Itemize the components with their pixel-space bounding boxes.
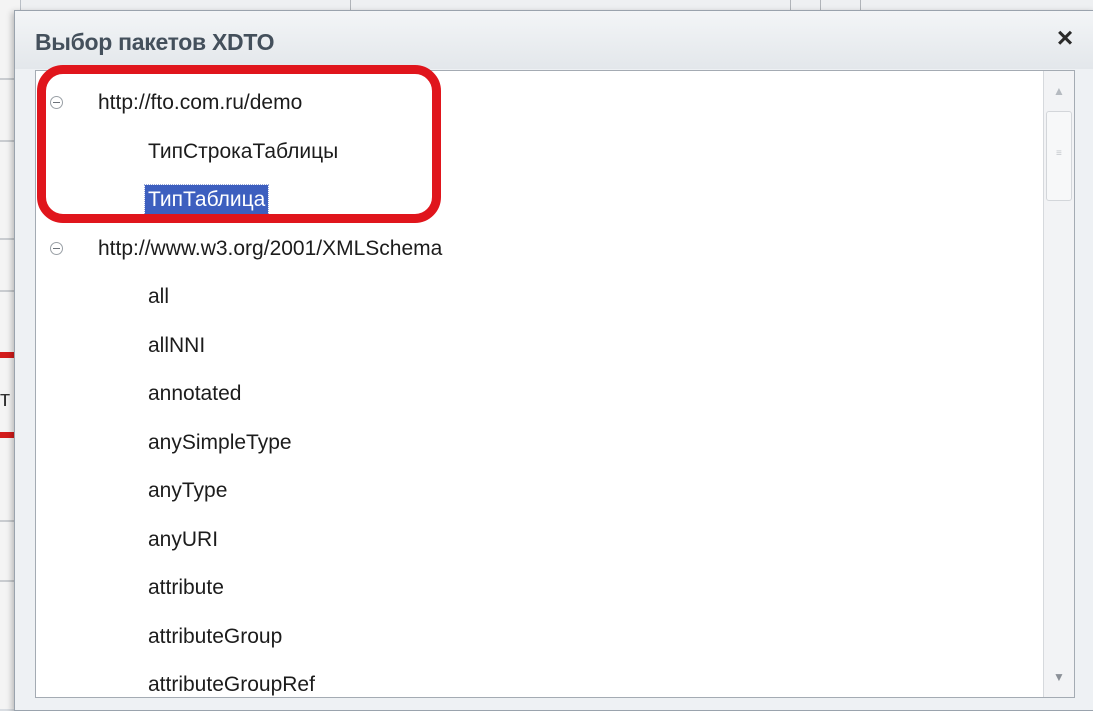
tree-item-label: ТипТаблица: [143, 184, 270, 216]
scroll-down-arrow-icon[interactable]: ▼: [1046, 659, 1072, 695]
scroll-up-arrow-icon[interactable]: ▲: [1046, 73, 1072, 109]
tree-group-label: http://fto.com.ru/demo: [98, 91, 303, 114]
tree-item-label: ТипСтрокаТаблицы: [148, 139, 339, 163]
collapse-circle-icon[interactable]: [50, 96, 63, 109]
tree-item-label: annotated: [148, 382, 242, 405]
tree-group-label: http://www.w3.org/2001/XMLSchema: [98, 236, 443, 260]
vertical-scrollbar[interactable]: ▲ ≡ ▼: [1043, 71, 1074, 697]
xdto-package-dialog: Выбор пакетов XDTO × ▲ ≡ ▼ http://fto.co…: [14, 10, 1093, 711]
tree-item-label: all: [148, 285, 170, 308]
tree-item-label: anyURI: [148, 527, 219, 551]
tree-item-label: anyType: [148, 479, 228, 502]
dialog-titlebar: Выбор пакетов XDTO ×: [15, 11, 1093, 69]
tree-item-label: attributeGroup: [148, 624, 283, 648]
tree-item-label: attributeGroupRef: [148, 673, 315, 696]
package-tree[interactable]: ▲ ≡ ▼ http://fto.com.ru/demo ТипСтрокаТаб…: [35, 70, 1075, 698]
close-icon[interactable]: ×: [1050, 23, 1080, 53]
scroll-thumb[interactable]: ≡: [1046, 111, 1072, 201]
background-partial-text: т: [0, 386, 11, 411]
tree-item-label: attribute: [148, 576, 224, 599]
collapse-circle-icon[interactable]: [50, 241, 63, 255]
tree-item-label: allNNI: [148, 333, 206, 357]
tree-item-label: anySimpleType: [148, 430, 292, 454]
dialog-title: Выбор пакетов XDTO: [35, 29, 275, 55]
grip-icon: ≡: [1056, 148, 1062, 159]
